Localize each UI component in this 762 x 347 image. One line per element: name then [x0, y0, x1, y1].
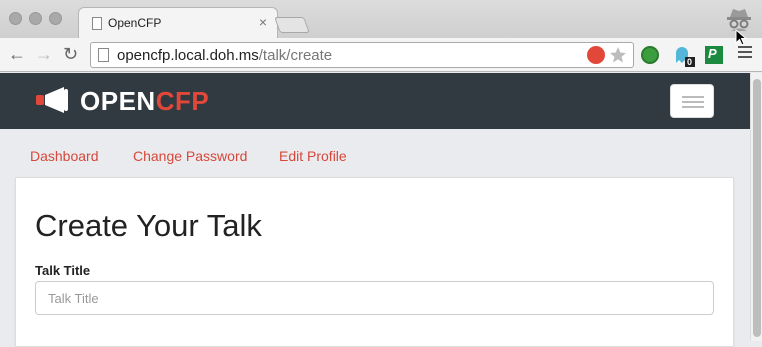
browser-window: OpenCFP × ← → ↻ opencfp.local.doh.ms/tal…: [0, 0, 762, 347]
nav-dashboard-link[interactable]: Dashboard: [30, 148, 99, 164]
page-info-icon: [98, 48, 109, 62]
page-title: Create Your Talk: [35, 208, 262, 243]
nav-edit-profile-link[interactable]: Edit Profile: [279, 148, 347, 164]
page-scrollbar[interactable]: [750, 73, 762, 341]
talk-title-label: Talk Title: [35, 263, 91, 278]
minimize-window-button[interactable]: [29, 12, 42, 25]
address-bar[interactable]: opencfp.local.doh.ms/talk/create: [90, 42, 634, 68]
nav-change-password-link[interactable]: Change Password: [133, 148, 247, 164]
browser-menu-icon[interactable]: [738, 46, 752, 61]
new-tab-button[interactable]: [274, 17, 310, 33]
talk-title-input[interactable]: [35, 281, 714, 315]
reload-icon[interactable]: ↻: [63, 44, 78, 65]
site-logo[interactable]: OPENCFP: [80, 86, 209, 117]
back-arrow-icon[interactable]: ←: [8, 44, 26, 65]
tab-title: OpenCFP: [108, 16, 162, 30]
extension-red-icon[interactable]: [587, 46, 605, 64]
logo-open-text: OPEN: [80, 86, 156, 116]
megaphone-logo-icon[interactable]: [34, 85, 74, 115]
url-host: opencfp.local.doh.ms: [117, 47, 259, 64]
tab-opencfp[interactable]: OpenCFP ×: [78, 7, 278, 38]
scrollbar-thumb[interactable]: [753, 79, 761, 337]
url-text[interactable]: opencfp.local.doh.ms/talk/create: [117, 47, 332, 64]
extension-green-icon[interactable]: [641, 46, 659, 64]
close-icon[interactable]: ×: [259, 14, 267, 30]
pushbullet-icon[interactable]: P: [705, 46, 723, 64]
create-talk-panel: Create Your Talk Talk Title: [15, 177, 734, 347]
extension-badge: 0: [687, 57, 693, 67]
ghostery-icon[interactable]: [672, 45, 696, 67]
sub-navigation: Dashboard Change Password Edit Profile: [0, 129, 750, 177]
url-path: /talk/create: [258, 47, 333, 64]
site-header: OPENCFP: [0, 73, 750, 129]
browser-toolbar: ← → ↻ opencfp.local.doh.ms/talk/create 0…: [0, 38, 762, 72]
nav-toggle-button[interactable]: [670, 84, 714, 118]
mouse-cursor-icon: [735, 29, 747, 46]
close-window-button[interactable]: [9, 12, 22, 25]
zoom-window-button[interactable]: [49, 12, 62, 25]
bookmark-star-icon[interactable]: [609, 46, 627, 64]
logo-cfp-text: CFP: [155, 86, 210, 116]
page-icon: [92, 17, 102, 30]
tab-strip: OpenCFP ×: [0, 0, 762, 38]
forward-arrow-icon[interactable]: →: [35, 44, 53, 65]
